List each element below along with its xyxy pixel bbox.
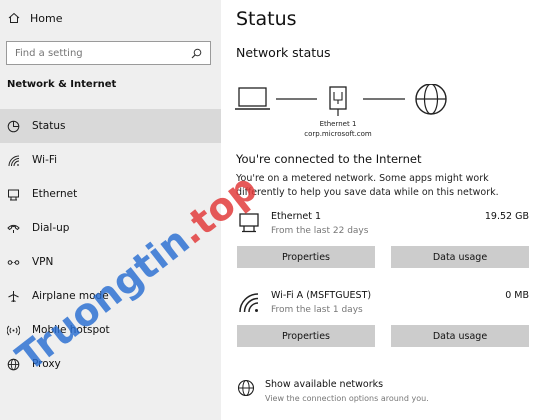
sidebar-item-ethernet[interactable]: Ethernet xyxy=(0,177,221,211)
sidebar-item-label: Wi-Fi xyxy=(32,154,58,166)
home-icon xyxy=(7,11,21,25)
main-panel: Status Network status Ethernet 1 corp.mi… xyxy=(221,0,556,420)
sidebar-item-label: Mobile hotspot xyxy=(32,324,110,336)
ethernet-port-icon xyxy=(329,86,347,116)
nav-list: Status Wi-Fi Ethernet Dial-up VPN Airpla… xyxy=(0,109,221,381)
internet-globe-icon xyxy=(415,84,447,115)
sidebar-item-status[interactable]: Status xyxy=(0,109,221,143)
data-usage-button[interactable]: Data usage xyxy=(391,325,529,347)
sidebar-item-label: Airplane mode xyxy=(32,290,109,302)
sidebar-item-vpn[interactable]: VPN xyxy=(0,245,221,279)
section-title: Network & Internet xyxy=(7,79,117,90)
sidebar-item-label: Proxy xyxy=(32,358,61,370)
connection-ethernet: Ethernet 1 From the last 22 days 19.52 G… xyxy=(237,211,529,268)
wifi-icon xyxy=(6,153,20,167)
search-icon[interactable] xyxy=(191,44,202,63)
show-networks-title[interactable]: Show available networks xyxy=(265,379,429,390)
dialup-icon xyxy=(6,221,20,235)
sidebar-item-wifi[interactable]: Wi-Fi xyxy=(0,143,221,177)
sidebar-item-label: Dial-up xyxy=(32,222,70,234)
laptop-icon xyxy=(235,87,270,110)
vpn-icon xyxy=(6,255,20,269)
sidebar-item-mobile-hotspot[interactable]: Mobile hotspot xyxy=(0,313,221,347)
page-title: Status xyxy=(236,8,297,30)
sidebar-item-label: Ethernet xyxy=(32,188,78,200)
ethernet-icon xyxy=(6,187,20,201)
wifi-icon xyxy=(237,291,261,313)
sidebar-item-label: Status xyxy=(32,120,66,132)
sidebar: Home Network & Internet Status Wi-Fi Eth… xyxy=(0,0,221,420)
sidebar-item-dialup[interactable]: Dial-up xyxy=(0,211,221,245)
metered-note: You're on a metered network. Some apps m… xyxy=(236,173,499,198)
sidebar-item-label: VPN xyxy=(32,256,54,268)
network-status-heading: Network status xyxy=(236,45,331,60)
globe-status-icon xyxy=(6,119,20,133)
search-box[interactable] xyxy=(6,41,211,65)
globe-icon xyxy=(6,357,20,371)
connection-name: Wi-Fi A (MSFTGUEST) xyxy=(271,290,372,301)
hotspot-icon xyxy=(6,323,20,337)
properties-button[interactable]: Properties xyxy=(237,246,375,268)
home-label: Home xyxy=(30,11,63,25)
connection-data-size: 0 MB xyxy=(505,290,529,301)
connection-period: From the last 22 days xyxy=(271,226,369,236)
home-link[interactable]: Home xyxy=(7,11,62,25)
show-networks-subtitle: View the connection options around you. xyxy=(265,394,429,403)
connected-status: You're connected to the Internet xyxy=(236,152,422,166)
ethernet-icon xyxy=(237,212,261,234)
adapter-name: Ethernet 1 xyxy=(319,120,357,128)
connection-data-size: 19.52 GB xyxy=(484,211,529,222)
domain-name: corp.microsoft.com xyxy=(304,130,372,138)
globe-icon xyxy=(237,379,255,401)
sidebar-item-airplane-mode[interactable]: Airplane mode xyxy=(0,279,221,313)
connection-name: Ethernet 1 xyxy=(271,211,321,222)
connection-period: From the last 1 days xyxy=(271,305,363,315)
airplane-icon xyxy=(6,289,20,303)
show-available-networks[interactable]: Show available networks View the connect… xyxy=(237,379,429,403)
sidebar-item-proxy[interactable]: Proxy xyxy=(0,347,221,381)
data-usage-button[interactable]: Data usage xyxy=(391,246,529,268)
connection-wifi: Wi-Fi A (MSFTGUEST) From the last 1 days… xyxy=(237,290,529,347)
diagram-label: Ethernet 1 corp.microsoft.com xyxy=(293,119,383,139)
properties-button[interactable]: Properties xyxy=(237,325,375,347)
search-input[interactable] xyxy=(15,47,185,59)
